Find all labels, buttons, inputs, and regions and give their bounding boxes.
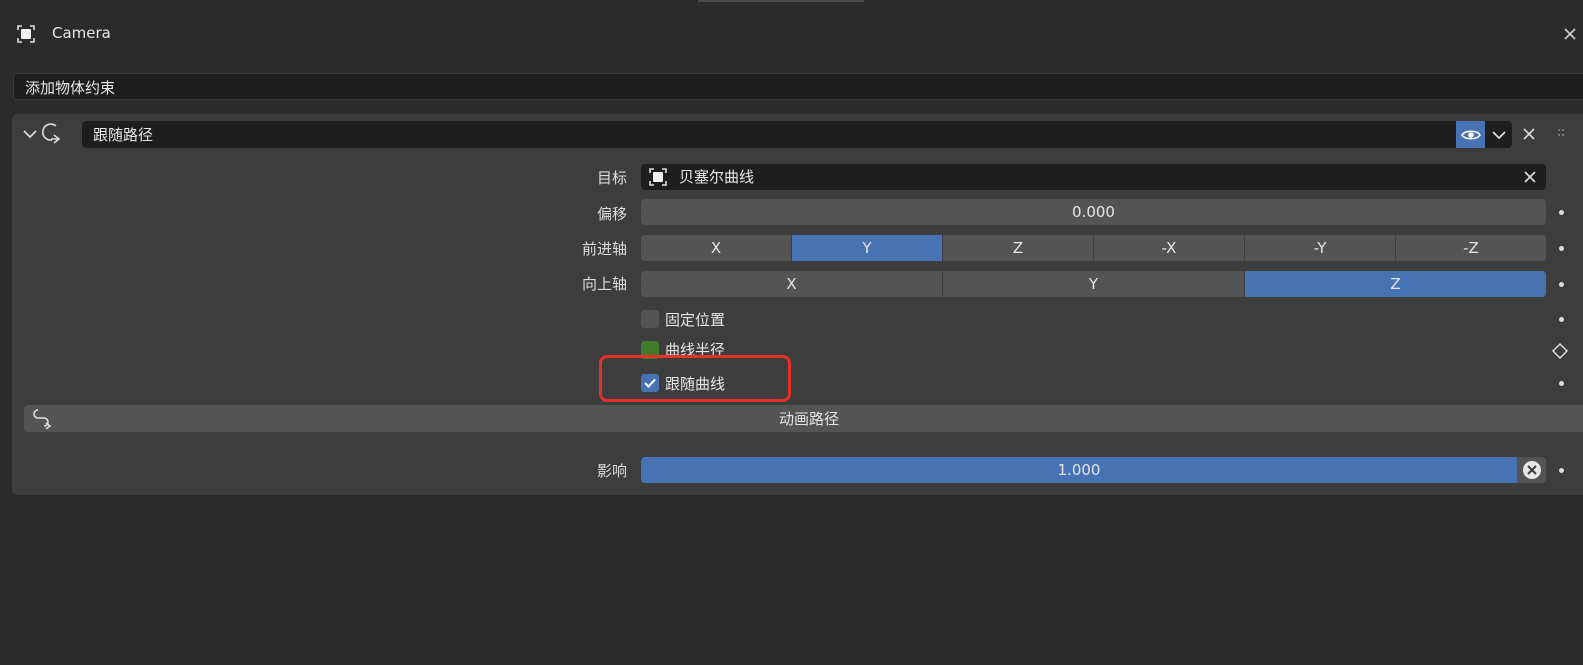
- influence-keyframe-dot[interactable]: [1559, 468, 1564, 473]
- fixed-position-keyframe-dot[interactable]: [1559, 317, 1564, 322]
- curve-object-icon: [649, 168, 667, 186]
- follow-curve-keyframe-dot[interactable]: [1559, 381, 1564, 386]
- disable-keep-transform-button[interactable]: [1517, 457, 1546, 483]
- animate-path-button[interactable]: 动画路径: [24, 405, 1583, 432]
- up-axis-keyframe-dot[interactable]: [1559, 282, 1564, 287]
- chevron-down-icon[interactable]: [21, 126, 39, 142]
- target-value: 贝塞尔曲线: [679, 168, 755, 186]
- eye-icon: [1460, 129, 1481, 140]
- close-circle-icon: [1522, 461, 1541, 479]
- object-data-icon: [17, 25, 35, 43]
- delete-constraint-button[interactable]: [1519, 124, 1539, 144]
- constraint-name-field[interactable]: 跟随路径: [82, 121, 1456, 148]
- forward-axis-neg-y[interactable]: -Y: [1245, 235, 1396, 261]
- influence-slider[interactable]: 1.000: [641, 457, 1517, 483]
- up-axis-y[interactable]: Y: [943, 271, 1245, 297]
- forward-axis-label: 前进轴: [581, 240, 627, 258]
- highlight-box: [599, 355, 791, 402]
- forward-axis-y[interactable]: Y: [792, 235, 943, 261]
- forward-axis-neg-x[interactable]: -X: [1094, 235, 1245, 261]
- up-axis-x[interactable]: X: [641, 271, 943, 297]
- keyframe-diamond-icon[interactable]: [1552, 343, 1568, 359]
- add-object-constraint-dropdown[interactable]: 添加物体约束: [13, 73, 1583, 100]
- object-name: Camera: [52, 24, 111, 42]
- close-icon[interactable]: [1523, 170, 1537, 184]
- panel-close-icon[interactable]: [1562, 26, 1578, 42]
- top-divider: [698, 0, 864, 2]
- offset-field[interactable]: 0.000: [641, 199, 1546, 225]
- forward-axis-z[interactable]: Z: [943, 235, 1094, 261]
- fixed-position-checkbox[interactable]: [641, 310, 659, 328]
- forward-axis-selector: X Y Z -X -Y -Z: [641, 235, 1546, 261]
- forward-axis-x[interactable]: X: [641, 235, 792, 261]
- offset-label: 偏移: [596, 205, 627, 223]
- constraint-visibility-toggle[interactable]: [1456, 121, 1485, 148]
- up-axis-selector: X Y Z: [641, 271, 1546, 297]
- target-label: 目标: [596, 169, 627, 187]
- up-axis-label: 向上轴: [581, 275, 627, 293]
- forward-axis-neg-z[interactable]: -Z: [1396, 235, 1546, 261]
- offset-keyframe-dot[interactable]: [1559, 210, 1564, 215]
- fixed-position-label: 固定位置: [665, 311, 726, 329]
- constraint-menu-button[interactable]: [1485, 121, 1512, 148]
- add-object-constraint-label: 添加物体约束: [25, 79, 116, 97]
- constraint-name-text: 跟随路径: [93, 126, 154, 144]
- forward-axis-keyframe-dot[interactable]: [1559, 246, 1564, 251]
- chevron-down-icon: [1491, 130, 1506, 139]
- influence-label: 影响: [596, 462, 627, 480]
- target-field[interactable]: 贝塞尔曲线: [641, 164, 1546, 190]
- drag-handle-icon[interactable]: [1557, 128, 1565, 138]
- up-axis-z[interactable]: Z: [1245, 271, 1546, 297]
- animate-path-label: 动画路径: [778, 410, 839, 428]
- follow-path-constraint-icon: [42, 123, 61, 144]
- close-icon: [1523, 128, 1535, 140]
